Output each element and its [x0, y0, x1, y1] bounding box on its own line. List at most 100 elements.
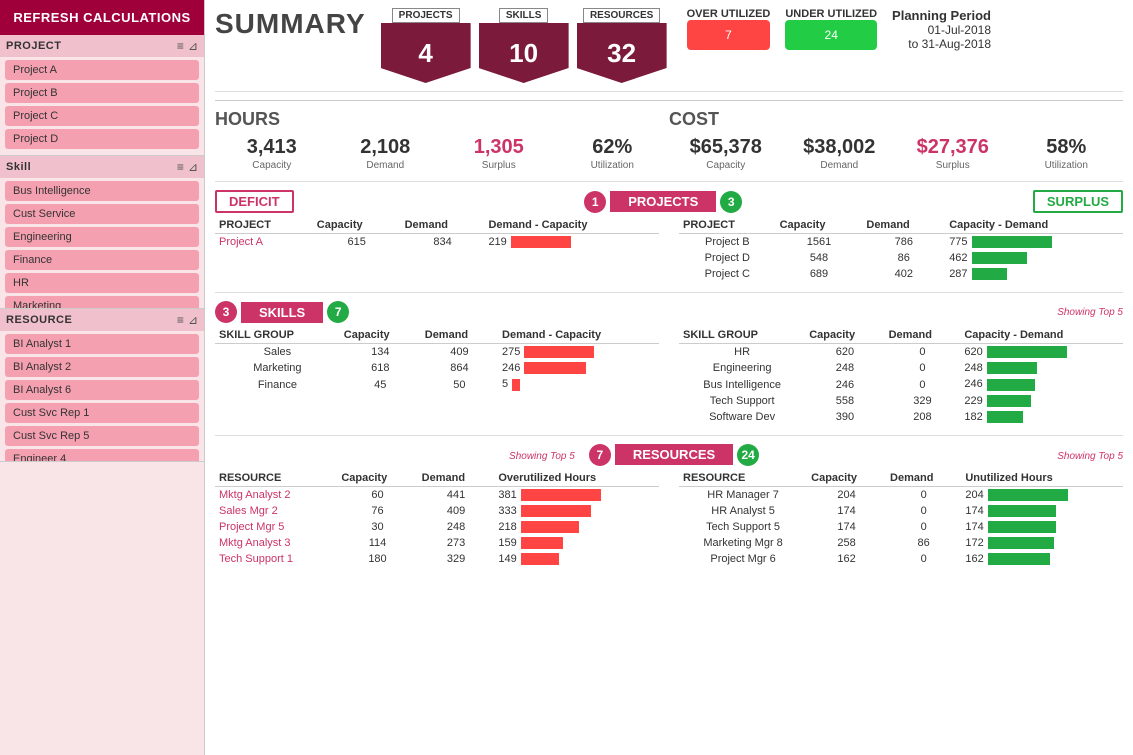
project-item-d[interactable]: Project D	[5, 129, 199, 149]
projects-deficit-table: PROJECT Capacity Demand Demand - Capacit…	[215, 217, 659, 250]
skill-item-cs[interactable]: Cust Service	[5, 204, 199, 224]
th-dem-res: Demand	[418, 470, 495, 487]
th-unutilized: Unutilized Hours	[961, 470, 1123, 487]
resource-diff: 218	[494, 519, 659, 535]
th-cap-res-s: Capacity	[807, 470, 886, 487]
skill-capacity-s: 558	[805, 393, 884, 409]
project-demand: 834	[401, 234, 485, 251]
resource-name-s: Project Mgr 6	[679, 551, 807, 567]
project-item-c[interactable]: Project C	[5, 106, 199, 126]
hours-utilization-value: 62%	[556, 136, 670, 159]
resource-section-icons: ≡ ⊿	[177, 313, 198, 327]
refresh-button[interactable]: REFRESH CALCULATIONS	[0, 0, 204, 35]
skill-name-s: HR	[679, 344, 805, 361]
resource-demand: 273	[418, 535, 495, 551]
resource-diff: 159	[494, 535, 659, 551]
over-utilized-block: OVER UTILIZED 7	[687, 8, 771, 50]
skill-item-hr[interactable]: HR	[5, 273, 199, 293]
resource-name-s: Marketing Mgr 8	[679, 535, 807, 551]
skill-item-eng[interactable]: Engineering	[5, 227, 199, 247]
skill-filter-sort-icon[interactable]: ≡	[177, 160, 184, 174]
resources-label: RESOURCES	[583, 8, 660, 23]
resource-diff: 381	[494, 486, 659, 503]
project-name[interactable]: Project A	[215, 234, 313, 251]
resource-item-1[interactable]: BI Analyst 2	[5, 357, 199, 377]
filter-icon[interactable]: ⊿	[188, 39, 198, 53]
project-diff: 219	[484, 234, 659, 251]
hours-demand-label: Demand	[329, 160, 443, 171]
cost-demand: $38,002 Demand	[783, 136, 897, 171]
skills-surplus-count: 7	[327, 301, 349, 323]
skill-item-bi[interactable]: Bus Intelligence	[5, 181, 199, 201]
deficit-badge: DEFICIT	[215, 190, 294, 213]
projects-banner-label: PROJECTS	[610, 191, 716, 212]
cost-label: COST	[669, 109, 1123, 130]
resource-name[interactable]: Sales Mgr 2	[215, 503, 337, 519]
projects-value: 4	[418, 38, 432, 69]
skill-name: Finance	[215, 376, 340, 392]
resource-filter-icon[interactable]: ⊿	[188, 313, 198, 327]
resource-item-4[interactable]: Cust Svc Rep 5	[5, 426, 199, 446]
table-row: Finance 45 50 5	[215, 376, 659, 392]
skill-filter-icon[interactable]: ⊿	[188, 160, 198, 174]
th-project: PROJECT	[215, 217, 313, 234]
resource-item-0[interactable]: BI Analyst 1	[5, 334, 199, 354]
th-resource: RESOURCE	[215, 470, 337, 487]
skill-name-s: Bus Intelligence	[679, 376, 805, 392]
resource-diff: 149	[494, 551, 659, 567]
skills-banner-row: 3 SKILLS 7 Showing Top 5	[215, 301, 1123, 323]
skill-demand-s: 0	[885, 344, 961, 361]
projects-surplus-count: 3	[720, 191, 742, 213]
resource-demand-s: 0	[886, 503, 961, 519]
skill-item-mkt[interactable]: Marketing	[5, 296, 199, 308]
th-dem-res-s: Demand	[886, 470, 961, 487]
project-demand-s: 402	[862, 266, 945, 282]
hours-block: HOURS 3,413 Capacity 2,108 Demand 1,305 …	[215, 109, 669, 171]
resource-name-s: HR Analyst 5	[679, 503, 807, 519]
cost-demand-label: Demand	[783, 160, 897, 171]
resource-item-3[interactable]: Cust Svc Rep 1	[5, 403, 199, 423]
resource-capacity: 30	[337, 519, 417, 535]
resource-diff-s: 174	[961, 519, 1123, 535]
resource-diff-s: 204	[961, 486, 1123, 503]
resource-capacity: 114	[337, 535, 417, 551]
table-row: HR Manager 7 204 0 204	[679, 486, 1123, 503]
resource-item-2[interactable]: BI Analyst 6	[5, 380, 199, 400]
table-row: HR Analyst 5 174 0 174	[679, 503, 1123, 519]
resource-item-5[interactable]: Engineer 4	[5, 449, 199, 461]
skills-deficit-table-section: SKILL GROUP Capacity Demand Demand - Cap…	[215, 327, 659, 424]
resource-name[interactable]: Tech Support 1	[215, 551, 337, 567]
skill-name: Marketing	[215, 360, 340, 376]
filter-sort-icon[interactable]: ≡	[177, 39, 184, 53]
under-utilized-label: UNDER UTILIZED	[785, 8, 877, 20]
skill-diff-s: 620	[960, 344, 1123, 361]
th-project-s: PROJECT	[679, 217, 776, 234]
th-dem-sk: Demand	[421, 327, 498, 344]
resource-filter-sort-icon[interactable]: ≡	[177, 313, 184, 327]
skill-demand: 864	[421, 360, 498, 376]
project-diff-s: 775	[945, 234, 1123, 251]
skill-capacity-s: 620	[805, 344, 884, 361]
th-demand: Demand	[401, 217, 485, 234]
th-skillgroup: SKILL GROUP	[215, 327, 340, 344]
resource-name[interactable]: Mktg Analyst 3	[215, 535, 337, 551]
pentagon-container: PROJECTS 4 SKILLS 10 RESOURCES 32	[381, 8, 667, 83]
hours-capacity: 3,413 Capacity	[215, 136, 329, 171]
resource-name[interactable]: Mktg Analyst 2	[215, 486, 337, 503]
resource-name[interactable]: Project Mgr 5	[215, 519, 337, 535]
planning-period: Planning Period 01-Jul-2018 to 31-Aug-20…	[892, 8, 991, 51]
th-cap-dem-sk-s: Capacity - Demand	[960, 327, 1123, 344]
resource-diff-s: 172	[961, 535, 1123, 551]
project-item-a[interactable]: Project A	[5, 60, 199, 80]
skill-item-fin[interactable]: Finance	[5, 250, 199, 270]
skill-name: Sales	[215, 344, 340, 361]
over-utilized-value: 7	[687, 20, 771, 50]
table-row: Project D 548 86 462	[679, 250, 1123, 266]
project-demand-s: 786	[862, 234, 945, 251]
hours-surplus: 1,305 Surplus	[442, 136, 556, 171]
project-item-b[interactable]: Project B	[5, 83, 199, 103]
cost-metrics: $65,378 Capacity $38,002 Demand $27,376 …	[669, 136, 1123, 171]
projects-label: PROJECTS	[392, 8, 460, 23]
th-cap-sk: Capacity	[340, 327, 421, 344]
skill-capacity: 134	[340, 344, 421, 361]
